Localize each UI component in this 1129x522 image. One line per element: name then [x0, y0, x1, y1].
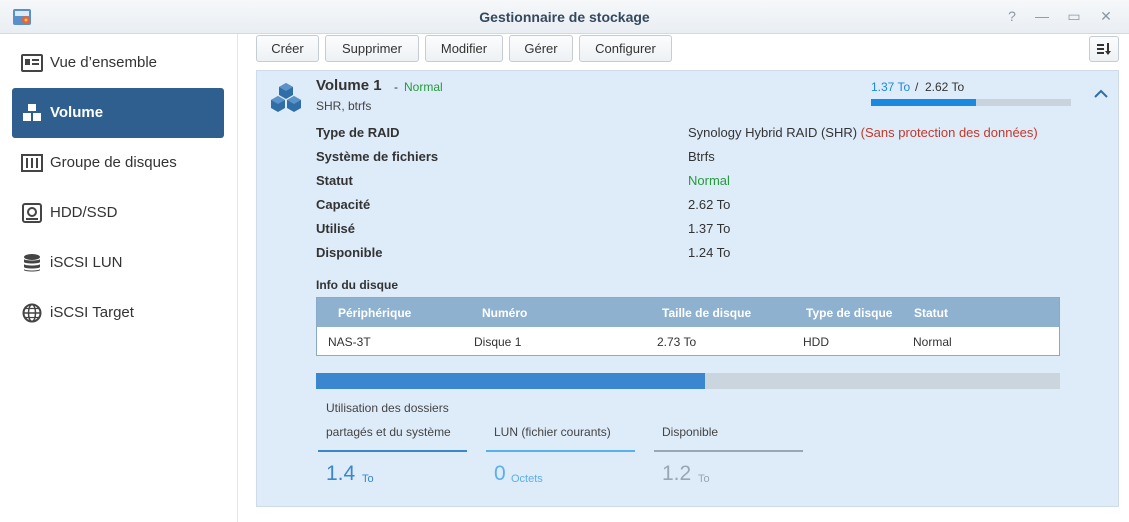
sidebar-item-label: HDD/SSD — [50, 204, 118, 221]
usage-bar — [316, 373, 1060, 389]
manage-button[interactable]: Gérer — [509, 35, 573, 62]
sort-icon — [1097, 43, 1111, 55]
prop-value-status: Normal — [688, 173, 730, 188]
volume-panel[interactable]: Volume 1 - Normal SHR, btrfs 1.37 To / 2… — [256, 70, 1119, 507]
minimize-icon[interactable]: — — [1034, 8, 1050, 24]
column-header-disk-type[interactable]: Type de disque — [806, 306, 892, 320]
prop-label-capacity: Capacité — [316, 197, 371, 212]
sidebar-item-label: iSCSI LUN — [50, 254, 123, 271]
capacity-bar-fill — [871, 99, 976, 106]
capacity-slash: / — [915, 80, 919, 94]
title-bar: Gestionnaire de stockage ? — ▭ ✕ — [0, 0, 1129, 34]
stat-underline — [318, 450, 467, 452]
cell-status: Normal — [913, 335, 952, 349]
modify-button[interactable]: Modifier — [425, 35, 503, 62]
column-header-number[interactable]: Numéro — [482, 306, 527, 320]
stat-value: 1.2 — [662, 462, 692, 485]
column-header-disk-size[interactable]: Taille de disque — [662, 306, 751, 320]
prop-label-status: Statut — [316, 173, 353, 188]
window-title: Gestionnaire de stockage — [479, 9, 650, 25]
disk-group-icon — [21, 154, 43, 172]
stat-shared-folders: Utilisation des dossiers partagés et du … — [316, 396, 467, 501]
stat-unit: Octets — [511, 473, 543, 485]
stat-value: 1.4 — [326, 462, 356, 485]
disk-info-title: Info du disque — [316, 278, 398, 292]
maximize-icon[interactable]: ▭ — [1066, 8, 1082, 24]
sidebar-item-hdd-ssd[interactable]: HDD/SSD — [12, 188, 224, 238]
volume-cubes-icon — [23, 104, 41, 121]
database-icon — [24, 254, 40, 272]
sidebar-item-volume[interactable]: Volume — [12, 88, 224, 138]
cell-disk-size: 2.73 To — [657, 335, 697, 349]
disk-info-table: Périphérique Numéro Taille de disque Typ… — [316, 297, 1060, 356]
stat-underline — [654, 450, 803, 452]
capacity-used: 1.37 To — [871, 80, 911, 94]
column-header-device[interactable]: Périphérique — [338, 306, 411, 320]
capacity-bar — [871, 99, 1071, 106]
sidebar-item-iscsi-lun[interactable]: iSCSI LUN — [12, 238, 224, 288]
sort-button[interactable] — [1089, 36, 1119, 62]
hdd-icon — [22, 203, 42, 223]
sidebar-item-iscsi-target[interactable]: iSCSI Target — [12, 288, 224, 338]
volume-name: Volume 1 — [316, 77, 382, 94]
cell-device: NAS-3T — [328, 335, 371, 349]
sidebar-item-label: iSCSI Target — [50, 304, 134, 321]
raid-protection-warning: (Sans protection des données) — [860, 125, 1038, 140]
help-icon[interactable]: ? — [1004, 8, 1020, 24]
create-button[interactable]: Créer — [256, 35, 319, 62]
volume-status: Normal — [404, 80, 443, 94]
prop-value-available: 1.24 To — [688, 245, 731, 260]
prop-label-available: Disponible — [316, 245, 383, 260]
stat-lun: LUN (fichier courants) 0 Octets — [484, 396, 635, 501]
cell-disk-type: HDD — [803, 335, 829, 349]
prop-value-capacity: 2.62 To — [688, 197, 731, 212]
cell-number: Disque 1 — [474, 335, 522, 349]
sidebar-item-label: Volume — [50, 104, 104, 121]
stat-underline — [486, 450, 635, 452]
volume-separator: - — [394, 80, 398, 94]
sidebar-item-overview[interactable]: Vue d’ensemble — [12, 38, 224, 88]
prop-value-raid-type: Synology Hybrid RAID (SHR) (Sans protect… — [688, 125, 1038, 140]
stat-label-line2: partagés et du système — [326, 425, 451, 439]
volume-fs-summary: SHR, btrfs — [316, 99, 372, 113]
prop-label-raid-type: Type de RAID — [316, 125, 400, 140]
delete-button[interactable]: Supprimer — [325, 35, 419, 62]
configure-button[interactable]: Configurer — [579, 35, 672, 62]
stat-label-line1: Utilisation des dossiers — [326, 401, 449, 415]
stat-unit: To — [362, 473, 374, 485]
globe-icon — [22, 303, 42, 323]
usage-bar-fill — [316, 373, 706, 389]
sidebar-item-label: Vue d’ensemble — [50, 54, 158, 71]
stat-label-line2: LUN (fichier courants) — [494, 425, 611, 439]
stat-value: 0 — [494, 462, 506, 485]
table-header: Périphérique Numéro Taille de disque Typ… — [317, 298, 1059, 327]
prop-value-used: 1.37 To — [688, 221, 731, 236]
sidebar-item-label: Groupe de disques — [50, 154, 177, 171]
stat-available: Disponible 1.2 To — [652, 396, 803, 501]
prop-value-filesystem: Btrfs — [688, 149, 715, 164]
stat-unit: To — [698, 473, 710, 485]
volume-cubes-icon — [271, 83, 301, 112]
prop-label-used: Utilisé — [316, 221, 356, 236]
column-header-status[interactable]: Statut — [914, 306, 948, 320]
sidebar: Vue d’ensemble Volume Groupe de disques … — [0, 34, 238, 522]
overview-icon — [21, 54, 43, 72]
prop-label-filesystem: Système de fichiers — [316, 149, 439, 164]
raid-type-value: Synology Hybrid RAID (SHR) — [688, 125, 858, 140]
stat-label-line2: Disponible — [662, 425, 719, 439]
chevron-up-icon[interactable] — [1093, 87, 1109, 101]
sidebar-item-disk-group[interactable]: Groupe de disques — [12, 138, 224, 188]
close-icon[interactable]: ✕ — [1098, 8, 1114, 24]
capacity-total: 2.62 To — [925, 80, 965, 94]
